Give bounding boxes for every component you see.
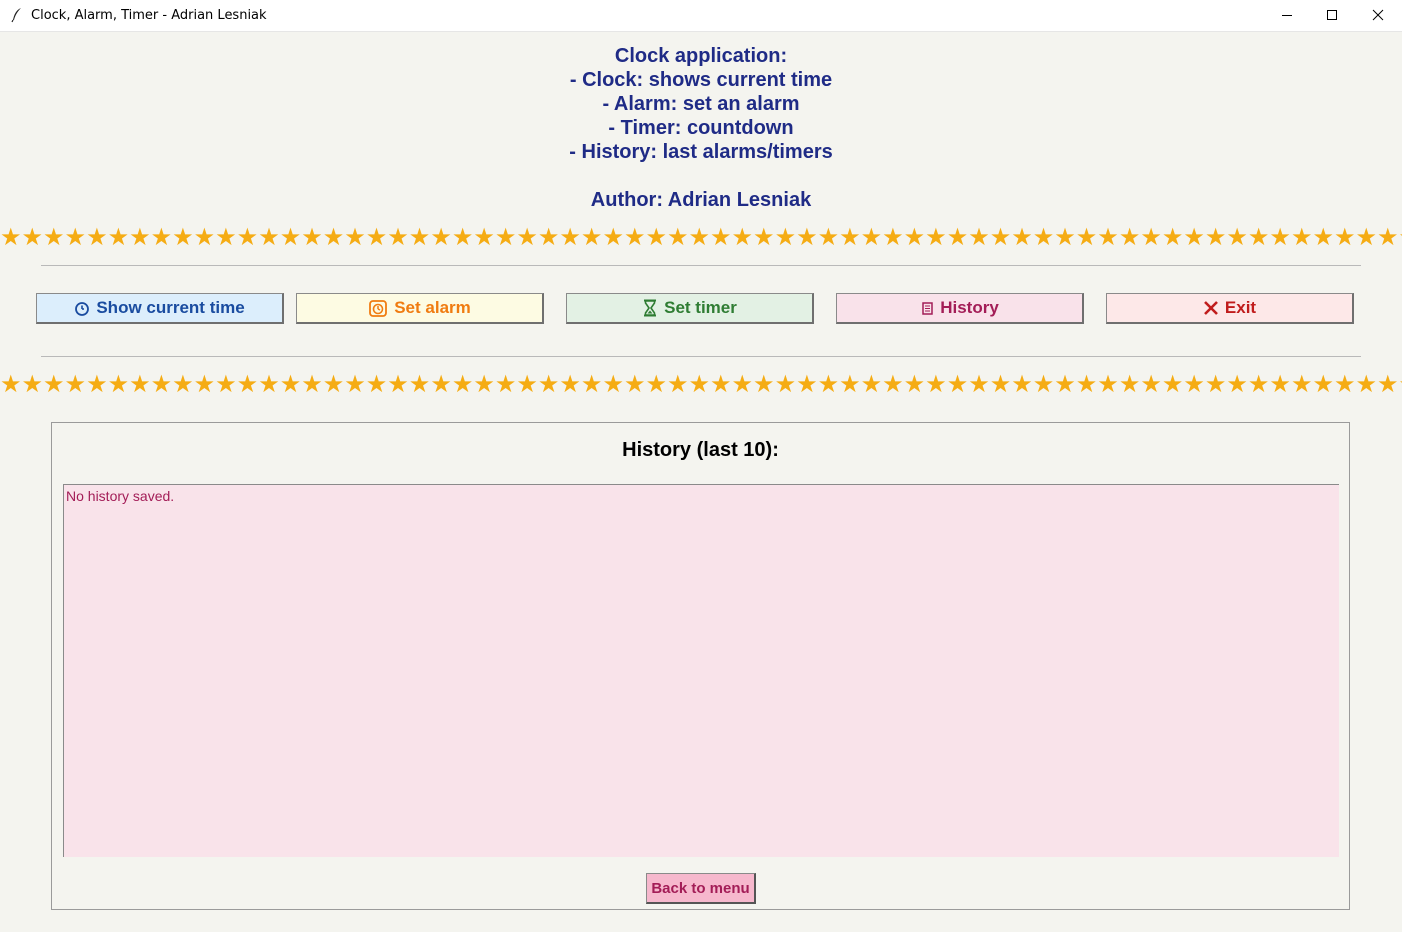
scroll-icon	[922, 302, 933, 315]
intro-line: - History: last alarms/timers	[569, 141, 833, 163]
set-timer-button[interactable]: Set timer	[566, 293, 814, 324]
app-description: Clock application: - Clock: shows curren…	[0, 44, 1402, 212]
window-title: Clock, Alarm, Timer - Adrian Lesniak	[31, 8, 267, 23]
maximize-button[interactable]	[1309, 0, 1355, 31]
window-titlebar: Clock, Alarm, Timer - Adrian Lesniak	[0, 0, 1402, 32]
history-panel: History (last 10): No history saved. Bac…	[51, 422, 1350, 910]
set-timer-label: Set timer	[664, 298, 737, 317]
history-text-area[interactable]: No history saved.	[63, 484, 1339, 857]
show-current-time-label: Show current time	[96, 298, 245, 317]
set-alarm-label: Set alarm	[394, 298, 471, 317]
close-x-icon	[1203, 301, 1218, 315]
stars-divider-bottom: ★★★★★★★★★★★★★★★★★★★★★★★★★★★★★★★★★★★★★★★★…	[0, 373, 1402, 397]
intro-line	[0, 164, 1402, 188]
exit-label: Exit	[1224, 298, 1257, 317]
intro-line: Clock application:	[614, 45, 788, 67]
close-icon	[1372, 9, 1384, 21]
history-title: History (last 10):	[622, 439, 779, 461]
intro-line: - Clock: shows current time	[569, 69, 833, 91]
alarm-clock-icon	[369, 300, 388, 317]
clock-icon	[75, 302, 90, 316]
intro-line: - Alarm: set an alarm	[602, 93, 800, 115]
maximize-icon	[1327, 10, 1337, 20]
separator-top	[41, 265, 1361, 266]
history-content: No history saved.	[66, 488, 175, 504]
hourglass-icon	[644, 299, 657, 317]
history-button[interactable]: History	[836, 293, 1084, 324]
intro-line: - Timer: countdown	[608, 117, 794, 139]
minimize-icon	[1282, 15, 1292, 16]
back-to-menu-button[interactable]: Back to menu	[646, 873, 756, 904]
set-alarm-button[interactable]: Set alarm	[296, 293, 544, 324]
close-button[interactable]	[1355, 0, 1401, 31]
separator-bottom	[41, 356, 1361, 357]
history-label: History	[940, 298, 999, 317]
minimize-button[interactable]	[1264, 0, 1310, 31]
feather-icon	[10, 7, 24, 23]
exit-button[interactable]: Exit	[1106, 293, 1354, 324]
show-current-time-button[interactable]: Show current time	[36, 293, 284, 324]
author-line: Author: Adrian Lesniak	[590, 189, 812, 211]
stars-divider-top: ★★★★★★★★★★★★★★★★★★★★★★★★★★★★★★★★★★★★★★★★…	[0, 226, 1402, 250]
